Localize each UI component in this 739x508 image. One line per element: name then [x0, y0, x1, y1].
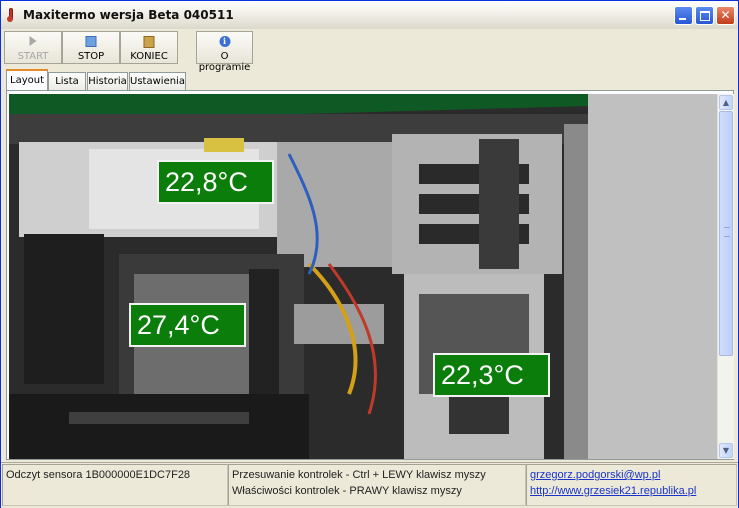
- grip-icon: [724, 227, 730, 237]
- maximize-button[interactable]: [695, 6, 714, 25]
- hint-properties: Właściwości kontrolek - PRAWY klawisz my…: [232, 485, 462, 497]
- thermometer-icon: [7, 8, 13, 22]
- main-window: Maxitermo wersja Beta 040511 ✕ START STO…: [0, 0, 739, 508]
- start-label: START: [17, 51, 49, 62]
- tab-strip: Layout Lista Historia Ustawienia: [4, 69, 734, 91]
- status-hints-panel: Przesuwanie kontrolek - Ctrl + LEWY klaw…: [228, 464, 526, 506]
- tab-layout[interactable]: Layout: [6, 69, 48, 91]
- close-button[interactable]: ✕: [716, 6, 735, 25]
- minimize-icon: [679, 18, 686, 20]
- about-button[interactable]: i O programie: [196, 31, 253, 73]
- sensor-label-cpu[interactable]: 27,4°C: [129, 303, 246, 347]
- scroll-down-button[interactable]: ▼: [719, 443, 733, 458]
- sensor-label-psu[interactable]: 22,8°C: [157, 160, 274, 204]
- hint-move: Przesuwanie kontrolek - Ctrl + LEWY klaw…: [232, 469, 486, 481]
- tab-historia[interactable]: Historia: [87, 72, 128, 90]
- stop-label: STOP: [77, 51, 105, 62]
- layout-panel: 22,8°C 27,4°C 22,3°C ▲ ▼: [6, 90, 734, 460]
- stop-icon: [85, 36, 97, 47]
- stop-button[interactable]: STOP: [62, 31, 120, 64]
- koniec-button[interactable]: KONIEC: [120, 31, 178, 64]
- status-sensor-panel: Odczyt sensora 1B000000E1DC7F28: [2, 464, 228, 506]
- arrow-down-icon: ▼: [722, 446, 730, 455]
- vertical-scrollbar[interactable]: ▲ ▼: [717, 94, 734, 459]
- koniec-label: KONIEC: [130, 51, 168, 62]
- title-bar[interactable]: Maxitermo wersja Beta 040511 ✕: [1, 1, 738, 30]
- status-bar: Odczyt sensora 1B000000E1DC7F28 Przesuwa…: [1, 462, 738, 508]
- toolbar: START STOP KONIEC i O programie: [1, 29, 738, 73]
- pc-case-photo: 22,8°C 27,4°C 22,3°C: [9, 94, 588, 459]
- tab-lista[interactable]: Lista: [48, 72, 86, 90]
- play-icon: [29, 36, 37, 46]
- scroll-up-button[interactable]: ▲: [719, 95, 733, 110]
- exit-icon: [143, 36, 155, 48]
- status-links-panel: grzegorz.podgorski@wp.pl http://www.grze…: [526, 464, 737, 506]
- arrow-up-icon: ▲: [722, 98, 730, 107]
- tab-ustawienia[interactable]: Ustawienia: [129, 72, 186, 90]
- scroll-thumb[interactable]: [719, 111, 733, 356]
- sensor-label-drive-bay[interactable]: 22,3°C: [433, 353, 550, 397]
- canvas-background: [588, 94, 717, 459]
- email-link[interactable]: grzegorz.podgorski@wp.pl: [530, 467, 733, 483]
- info-icon: i: [219, 36, 230, 47]
- window-title: Maxitermo wersja Beta 040511: [23, 8, 234, 22]
- sensor-reading-text: Odczyt sensora 1B000000E1DC7F28: [6, 469, 191, 481]
- close-icon: ✕: [720, 8, 731, 22]
- minimize-button[interactable]: [674, 6, 693, 25]
- pc-case-illustration: [9, 94, 588, 459]
- start-button[interactable]: START: [4, 31, 62, 64]
- maximize-icon: [700, 11, 710, 21]
- website-link[interactable]: http://www.grzesiek21.republika.pl: [530, 483, 733, 499]
